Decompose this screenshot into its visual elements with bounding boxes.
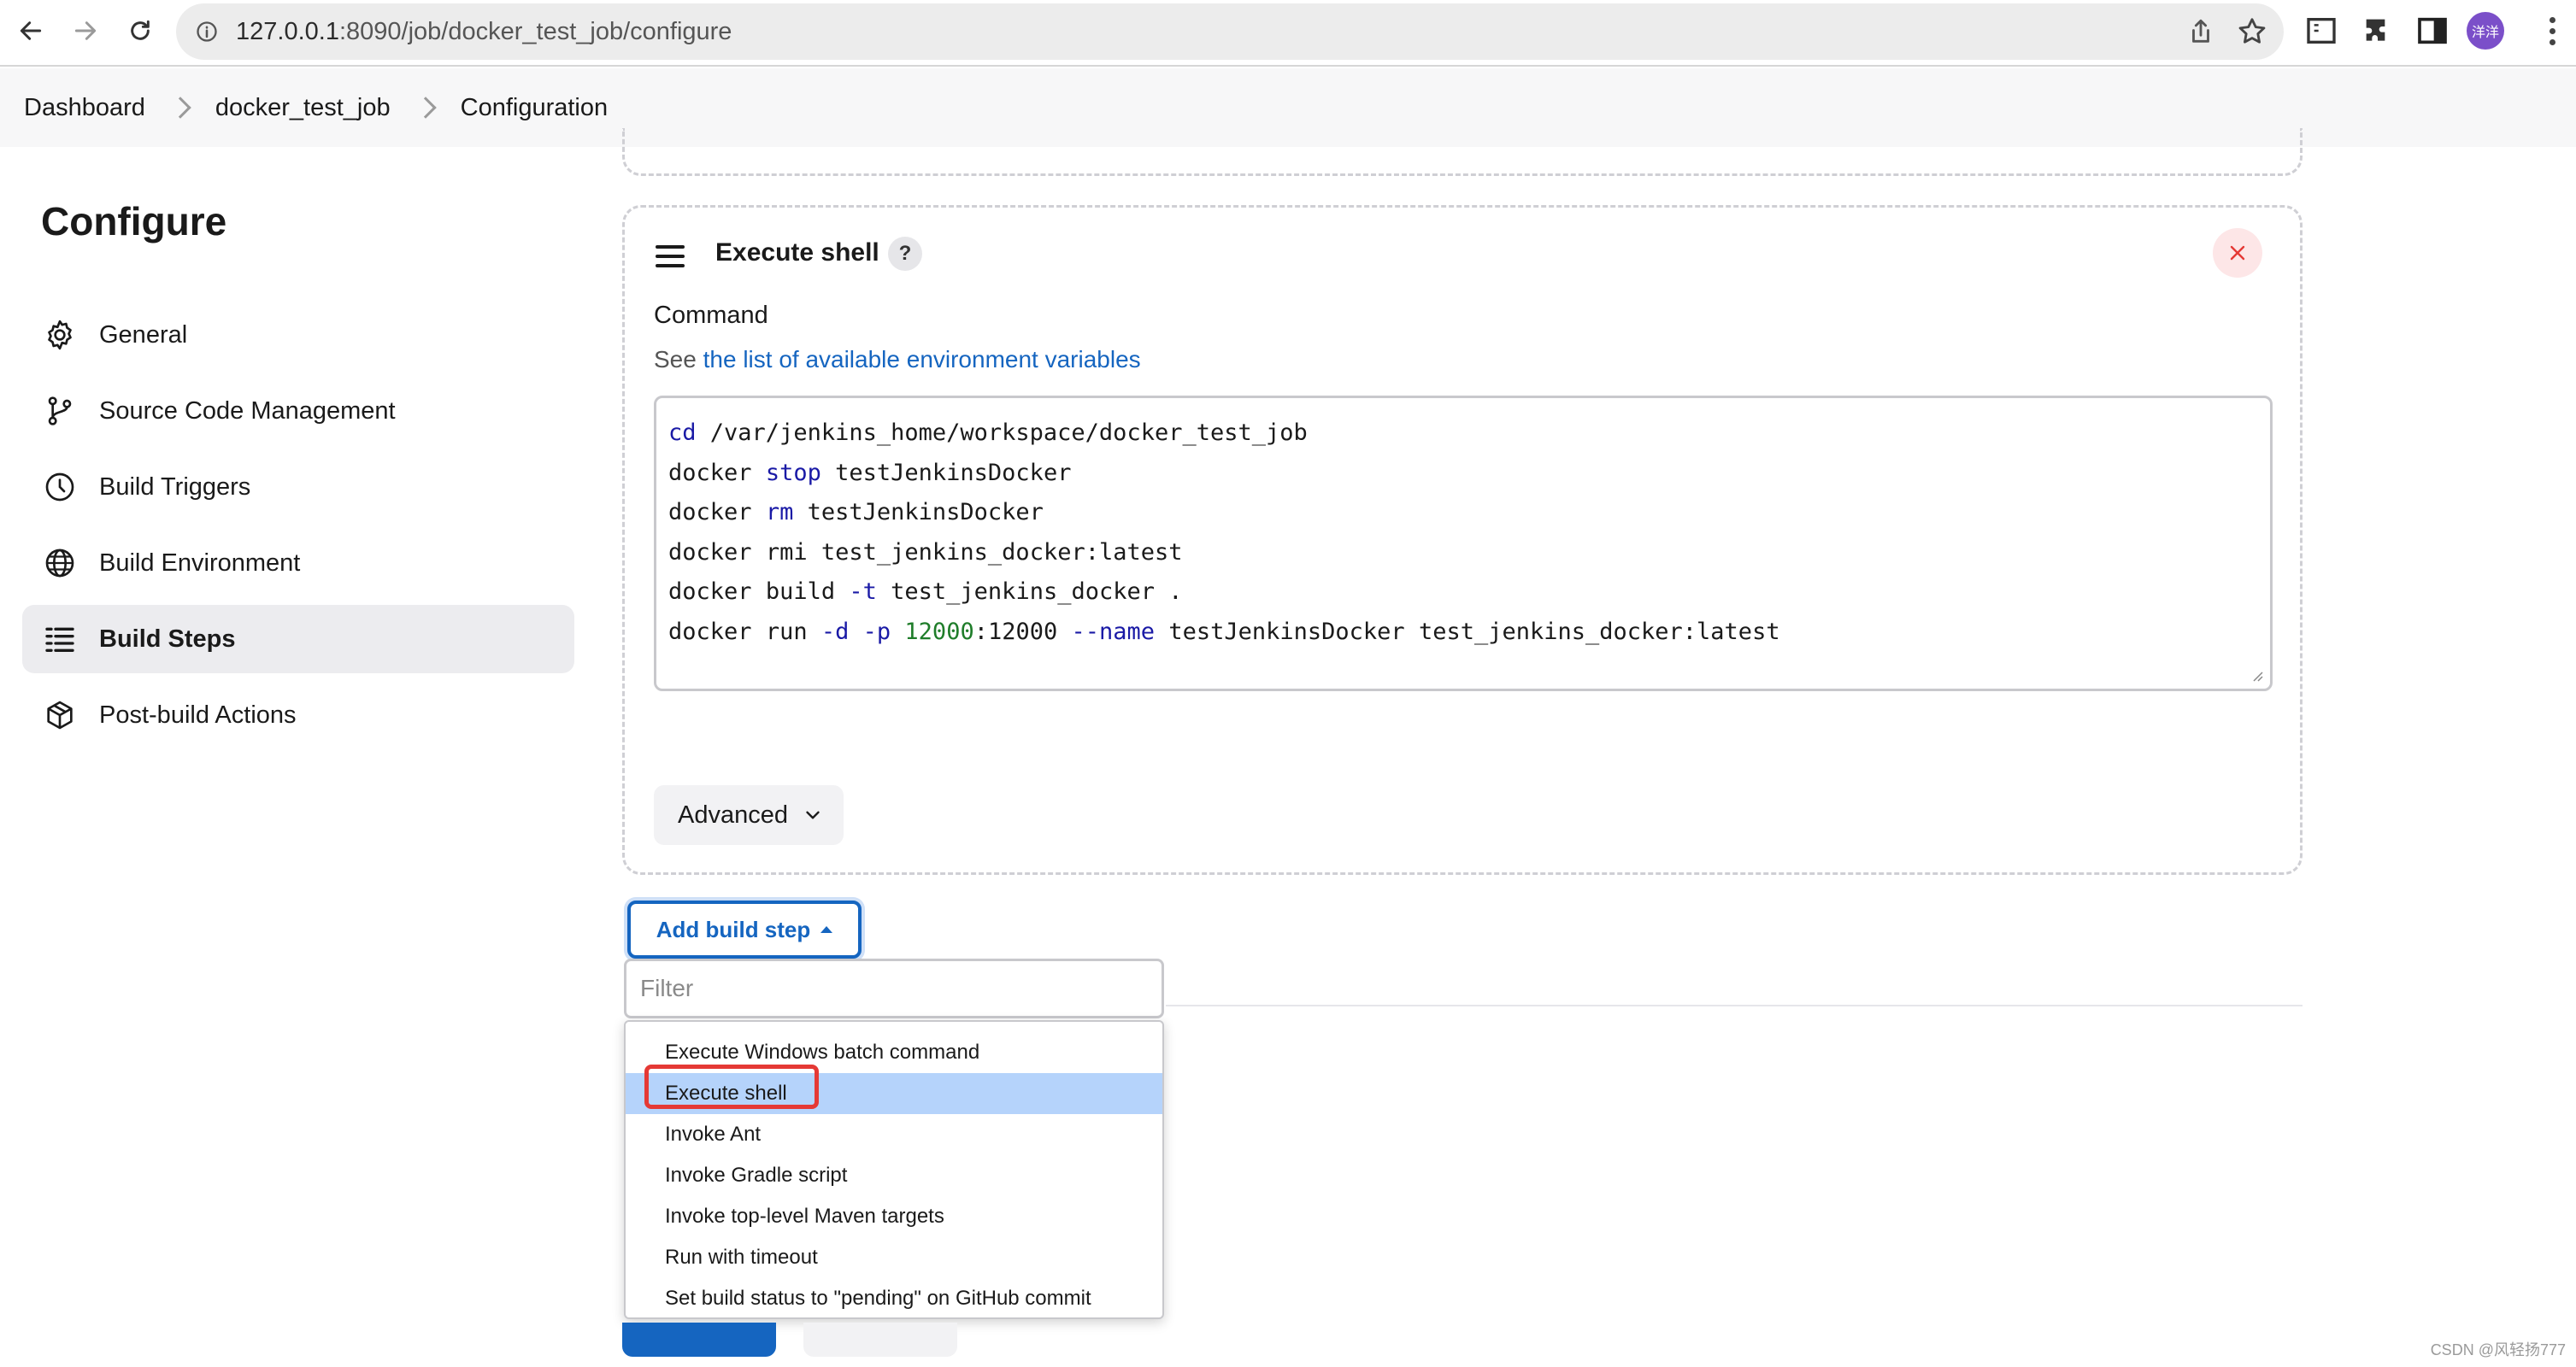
- env-vars-help: See the list of available environment va…: [654, 346, 1141, 373]
- caret-up-icon: [820, 926, 833, 933]
- url-path: :8090/job/docker_test_job/configure: [338, 18, 732, 45]
- advanced-label: Advanced: [678, 801, 788, 829]
- page-title: Configure: [41, 199, 227, 243]
- build-step-title: Execute shell: [715, 238, 879, 267]
- reading-mode-icon[interactable]: [2304, 14, 2338, 48]
- help-prefix: See: [654, 346, 697, 373]
- drag-handle-icon[interactable]: [656, 245, 685, 267]
- command-line: docker rmi test_jenkins_docker:latest: [668, 538, 1183, 566]
- profile-avatar[interactable]: 洋洋: [2467, 12, 2504, 50]
- delete-step-button[interactable]: [2213, 228, 2262, 278]
- breadcrumb-job[interactable]: docker_test_job: [215, 94, 391, 122]
- save-button[interactable]: [622, 1323, 776, 1357]
- dropdown-option[interactable]: Run with timeout: [626, 1237, 1162, 1278]
- sidebar-item-label: Build Environment: [99, 549, 301, 577]
- filter-input[interactable]: [624, 959, 1164, 1018]
- forward-button[interactable]: [67, 12, 104, 50]
- command-line: docker stop testJenkinsDocker: [668, 459, 1072, 486]
- globe-icon: [41, 544, 79, 582]
- command-textarea[interactable]: cd /var/jenkins_home/workspace/docker_te…: [654, 396, 2273, 691]
- command-label: Command: [654, 302, 768, 329]
- arrow-left-icon: [20, 21, 42, 40]
- command-line: docker build -t test_jenkins_docker .: [668, 578, 1183, 605]
- resize-grip-icon[interactable]: [2250, 668, 2263, 682]
- sidebar-item-general[interactable]: General: [22, 301, 574, 369]
- close-icon: [2230, 245, 2245, 261]
- sidebar-item-label: Build Triggers: [99, 472, 251, 501]
- chevron-right-icon: [414, 97, 437, 119]
- sidebar-item-label: Post-build Actions: [99, 701, 297, 729]
- section-divider: [1166, 1005, 2303, 1006]
- help-icon[interactable]: ?: [888, 237, 922, 271]
- extensions-puzzle-icon[interactable]: [2361, 14, 2395, 48]
- sidebar-item-build-environment[interactable]: Build Environment: [22, 529, 574, 597]
- dropdown-option[interactable]: Set build status to "pending" on GitHub …: [626, 1278, 1162, 1319]
- star-icon[interactable]: [2236, 15, 2268, 48]
- sidebar-item-source-code-management[interactable]: Source Code Management: [22, 377, 574, 445]
- reload-icon: [131, 20, 150, 40]
- reload-button[interactable]: [121, 12, 159, 50]
- command-line: docker run -d -p 12000:12000 --name test…: [668, 618, 1780, 645]
- side-panel-icon[interactable]: [2415, 14, 2450, 48]
- command-line: docker rm testJenkinsDocker: [668, 499, 1044, 525]
- add-build-step-label: Add build step: [656, 916, 811, 942]
- url-text[interactable]: 127.0.0.1:8090/job/docker_test_job/confi…: [236, 18, 732, 46]
- watermark: CSDN @风轻扬777: [2430, 1341, 2566, 1358]
- sidebar-item-build-steps[interactable]: Build Steps: [22, 605, 574, 673]
- arrow-right-icon: [74, 21, 97, 40]
- annotation-highlight-box: [644, 1065, 819, 1109]
- apply-button[interactable]: [803, 1323, 957, 1357]
- share-icon[interactable]: [2186, 17, 2215, 46]
- chevron-down-icon: [806, 811, 820, 819]
- sidebar-item-label: Build Steps: [99, 625, 236, 653]
- address-bar[interactable]: 127.0.0.1:8090/job/docker_test_job/confi…: [176, 3, 2284, 60]
- sidebar-item-post-build-actions[interactable]: Post-build Actions: [22, 681, 574, 749]
- clock-icon: [41, 468, 79, 506]
- dropdown-option[interactable]: Invoke Ant: [626, 1114, 1162, 1155]
- sidebar-item-build-triggers[interactable]: Build Triggers: [22, 453, 574, 521]
- info-icon[interactable]: [195, 20, 219, 44]
- back-button[interactable]: [12, 12, 50, 50]
- branch-icon: [41, 392, 79, 430]
- add-build-step-button[interactable]: Add build step: [627, 901, 862, 959]
- url-host: 127.0.0.1: [236, 18, 339, 45]
- command-line: cd /var/jenkins_home/workspace/docker_te…: [668, 419, 1308, 446]
- breadcrumb-dashboard[interactable]: Dashboard: [24, 94, 145, 122]
- browser-menu-button[interactable]: [2535, 12, 2569, 50]
- dropdown-option[interactable]: Invoke top-level Maven targets: [626, 1196, 1162, 1237]
- env-vars-link[interactable]: the list of available environment variab…: [703, 346, 1141, 373]
- chevron-right-icon: [169, 97, 191, 119]
- browser-toolbar: 127.0.0.1:8090/job/docker_test_job/confi…: [0, 0, 2576, 67]
- build-step-card: Execute shell ? Command See the list of …: [622, 205, 2303, 875]
- advanced-button[interactable]: Advanced: [654, 785, 844, 845]
- sidebar-item-label: General: [99, 320, 188, 349]
- list-icon: [41, 620, 79, 658]
- previous-build-step-card: [622, 128, 2303, 176]
- dropdown-option[interactable]: Invoke Gradle script: [626, 1155, 1162, 1196]
- sidebar-item-label: Source Code Management: [99, 396, 396, 425]
- breadcrumb-configuration[interactable]: Configuration: [461, 94, 609, 122]
- gear-icon: [41, 316, 79, 354]
- package-icon: [41, 696, 79, 734]
